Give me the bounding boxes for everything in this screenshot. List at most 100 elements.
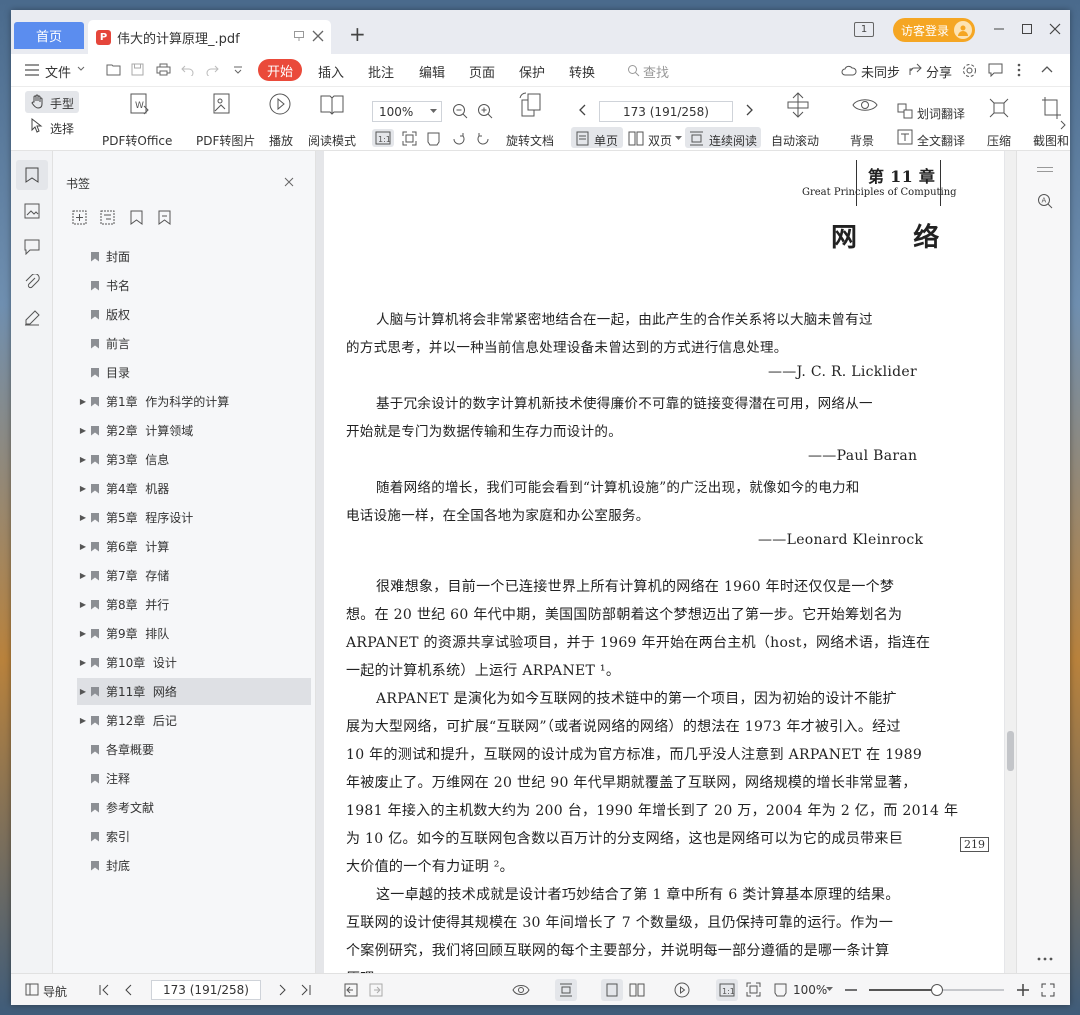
zoom-level[interactable]: 100% xyxy=(793,983,827,997)
menu-edit[interactable]: 编辑 xyxy=(419,62,445,81)
save-icon[interactable] xyxy=(131,63,144,76)
close-panel-icon[interactable] xyxy=(284,177,294,187)
expand-arrow-icon[interactable]: ▶ xyxy=(77,397,89,406)
start-tab[interactable]: 开始 xyxy=(258,59,302,81)
menu-insert[interactable]: 插入 xyxy=(318,62,344,81)
search-input[interactable]: 查找 xyxy=(643,62,669,81)
bookmark-item[interactable]: ▶ 第9章 排队 xyxy=(77,620,311,647)
hand-icon[interactable] xyxy=(31,94,45,109)
bookmark-item[interactable]: 书名 xyxy=(77,272,311,299)
status-page-input[interactable]: 173 (191/258) xyxy=(151,980,261,1000)
zoom-slider[interactable] xyxy=(869,984,1004,996)
fit-width-icon[interactable] xyxy=(773,982,788,997)
zoom-select[interactable]: 100% xyxy=(372,101,442,122)
bookmark-item[interactable]: ▶ 第1章 作为科学的计算 xyxy=(77,388,311,415)
ribbon-scroll-right-icon[interactable] xyxy=(1060,120,1066,130)
pdf-to-office-button[interactable]: PDF转Office xyxy=(102,132,172,149)
add-child-bookmark-icon[interactable] xyxy=(100,210,115,225)
eye-protection-icon[interactable] xyxy=(512,983,530,997)
navigation-toggle[interactable]: 导航 xyxy=(43,983,67,1000)
bookmark-item[interactable]: ▶ 第7章 存储 xyxy=(77,562,311,589)
redo-icon[interactable] xyxy=(206,63,219,76)
word-translate-button[interactable]: 划词翻译 xyxy=(917,105,965,122)
play-icon[interactable] xyxy=(674,982,690,998)
actual-size-icon[interactable]: 1:1 xyxy=(375,131,391,145)
pdf-to-office-icon[interactable]: W xyxy=(128,92,152,116)
menu-protect[interactable]: 保护 xyxy=(519,62,545,81)
continuous-read-icon[interactable] xyxy=(689,131,704,146)
bookmark-item[interactable]: 参考文献 xyxy=(77,794,311,821)
menu-convert[interactable]: 转换 xyxy=(569,62,595,81)
bookmark-item[interactable]: ▶ 第11章 网络 xyxy=(77,678,311,705)
pdf-to-image-button[interactable]: PDF转图片 xyxy=(196,132,255,149)
sync-status[interactable]: 未同步 xyxy=(861,62,900,81)
open-icon[interactable] xyxy=(106,63,121,76)
compress-icon[interactable] xyxy=(987,96,1011,120)
close-tab-icon[interactable] xyxy=(312,30,324,42)
menu-page[interactable]: 页面 xyxy=(469,62,495,81)
actual-size-icon[interactable]: 1:1 xyxy=(719,983,735,997)
rotate-right-icon[interactable] xyxy=(476,131,491,146)
full-translate-button[interactable]: 全文翻译 xyxy=(917,132,965,149)
pdf-to-image-icon[interactable] xyxy=(211,92,235,116)
share-icon[interactable] xyxy=(908,63,922,76)
undo-icon[interactable] xyxy=(181,63,194,76)
search-icon[interactable] xyxy=(627,64,640,77)
bookmark-item[interactable]: 封面 xyxy=(77,243,311,270)
ai-search-icon[interactable]: A xyxy=(1037,193,1053,209)
bookmark-item[interactable]: ▶ 第6章 计算 xyxy=(77,533,311,560)
bookmark-item[interactable]: 索引 xyxy=(77,823,311,850)
expand-arrow-icon[interactable]: ▶ xyxy=(77,716,89,725)
bookmark-item[interactable]: 注释 xyxy=(77,765,311,792)
prev-page-icon[interactable] xyxy=(124,984,132,996)
read-mode-button[interactable]: 阅读模式 xyxy=(308,132,356,149)
menu-annotate[interactable]: 批注 xyxy=(368,62,394,81)
continuous-read-button[interactable]: 连续阅读 xyxy=(709,132,757,149)
menu-icon[interactable] xyxy=(25,64,39,76)
auto-scroll-button[interactable]: 自动滚动 xyxy=(771,132,819,149)
signature-icon[interactable] xyxy=(24,310,40,326)
hand-tool-button[interactable]: 手型 xyxy=(50,95,74,112)
file-menu[interactable]: 文件 xyxy=(45,62,71,81)
zoom-out-icon[interactable] xyxy=(452,103,468,119)
first-page-icon[interactable] xyxy=(99,984,109,996)
eye-icon[interactable] xyxy=(852,96,878,114)
word-translate-icon[interactable] xyxy=(897,103,913,119)
full-translate-icon[interactable] xyxy=(897,129,913,145)
play-button[interactable]: 播放 xyxy=(269,132,293,149)
background-button[interactable]: 背景 xyxy=(850,132,874,149)
single-mode-icon[interactable] xyxy=(606,983,618,997)
thumbnail-panel-icon[interactable] xyxy=(24,203,40,219)
close-window-icon[interactable] xyxy=(1049,23,1061,35)
compress-button[interactable]: 压缩 xyxy=(987,132,1011,149)
fullscreen-icon[interactable] xyxy=(1041,983,1055,997)
bookmark-item[interactable]: 版权 xyxy=(77,301,311,328)
bookmark-item[interactable]: 前言 xyxy=(77,330,311,357)
page-number-input[interactable]: 173 (191/258) xyxy=(599,101,733,122)
zoom-in-icon[interactable] xyxy=(477,103,493,119)
minimize-icon[interactable] xyxy=(993,23,1005,35)
bookmark-item[interactable]: ▶ 第3章 信息 xyxy=(77,446,311,473)
expand-arrow-icon[interactable]: ▶ xyxy=(77,629,89,638)
double-page-button[interactable]: 双页 xyxy=(648,132,672,149)
screenshot-icon[interactable] xyxy=(1041,96,1061,120)
expand-arrow-icon[interactable]: ▶ xyxy=(77,513,89,522)
expand-arrow-icon[interactable]: ▶ xyxy=(77,687,89,696)
double-mode-icon[interactable] xyxy=(629,983,645,997)
navigation-icon[interactable] xyxy=(25,983,39,996)
single-page-button[interactable]: 单页 xyxy=(594,132,618,149)
expand-arrow-icon[interactable]: ▶ xyxy=(77,426,89,435)
bookmark-item[interactable]: ▶ 第10章 设计 xyxy=(77,649,311,676)
maximize-icon[interactable] xyxy=(1021,23,1033,35)
forward-view-icon[interactable] xyxy=(369,983,383,997)
expand-arrow-icon[interactable]: ▶ xyxy=(77,542,89,551)
double-page-icon[interactable] xyxy=(628,131,644,146)
screenshot-button[interactable]: 截图和 xyxy=(1033,132,1069,149)
page-count-badge[interactable]: 1 xyxy=(854,22,874,37)
bookmark-item[interactable]: 各章概要 xyxy=(77,736,311,763)
cloud-icon[interactable] xyxy=(841,64,857,77)
print-icon[interactable] xyxy=(156,63,171,76)
add-bookmark-icon[interactable] xyxy=(72,210,87,225)
pin-icon[interactable] xyxy=(293,30,305,42)
expand-arrow-icon[interactable]: ▶ xyxy=(77,658,89,667)
